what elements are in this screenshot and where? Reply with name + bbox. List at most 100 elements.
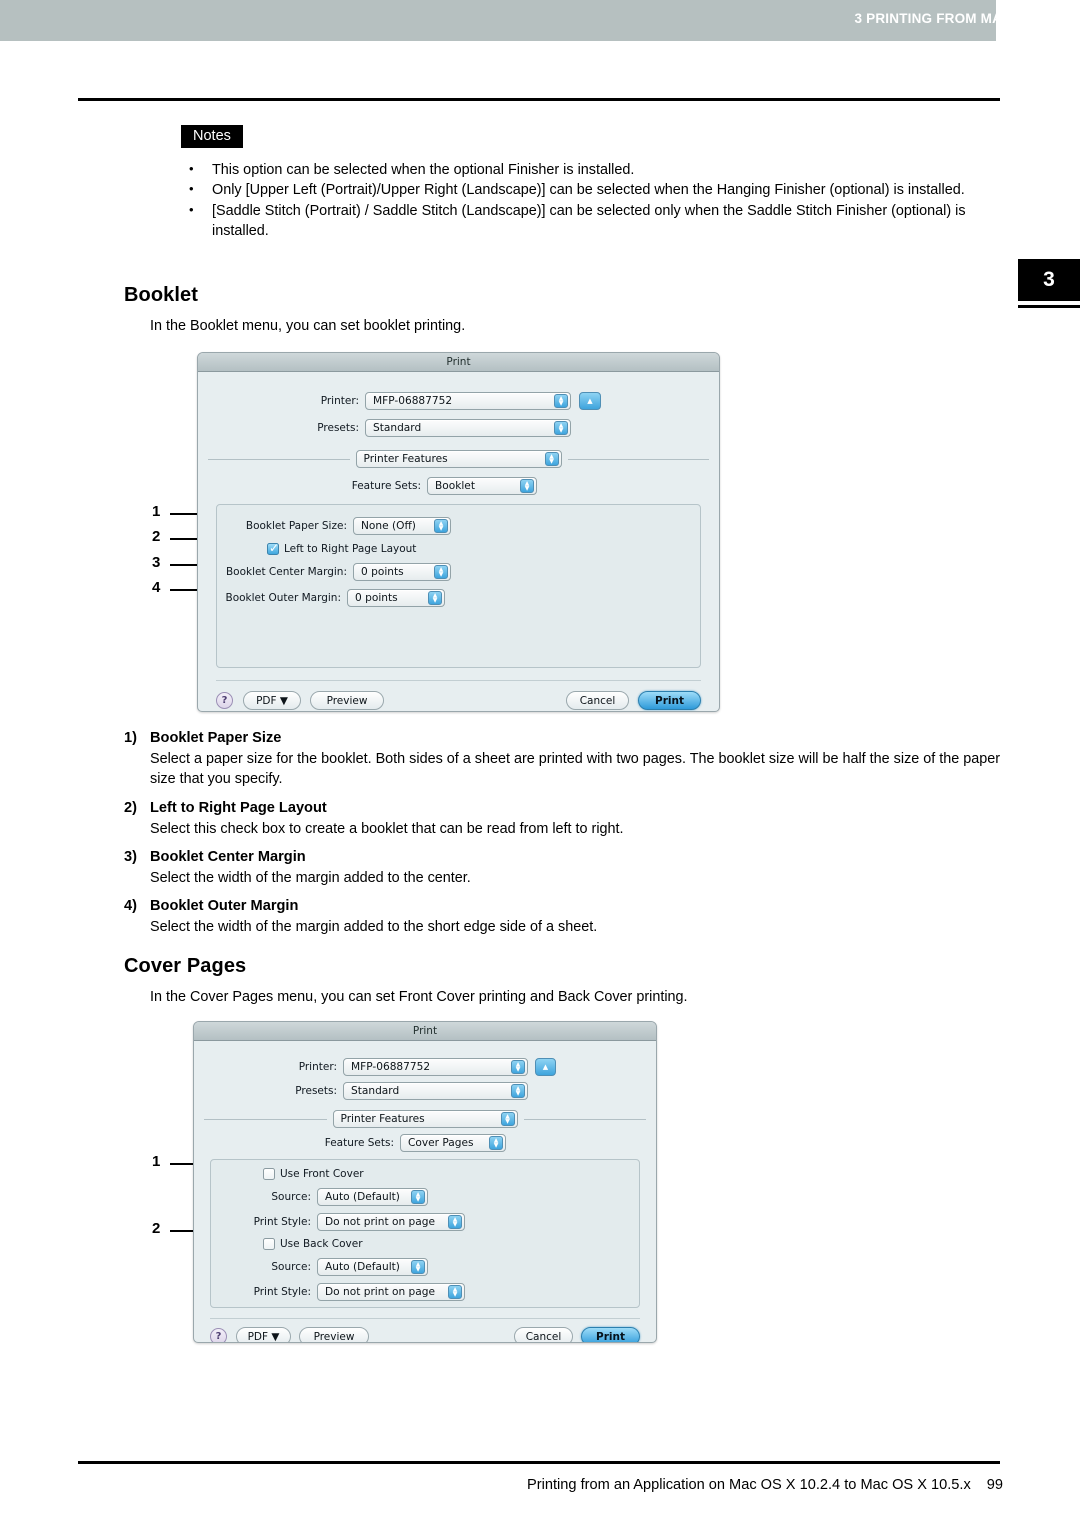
presets-select-value: Standard bbox=[373, 422, 422, 434]
booklet-option-explanations: 1) Booklet Paper Size Select a paper siz… bbox=[124, 728, 1004, 945]
cover-callout-number-2: 2 bbox=[152, 1220, 161, 1237]
page-header-title: 3 PRINTING FROM MACINTOSH bbox=[854, 11, 1064, 26]
callout-number-2: 2 bbox=[152, 528, 161, 545]
print-dialog-cover-pages[interactable]: Print Printer: MFP-06887752 ▲ ▼ ▲ Presets… bbox=[193, 1021, 657, 1343]
print-button[interactable]: Print bbox=[638, 691, 701, 710]
notes-list: This option can be selected when the opt… bbox=[183, 159, 1007, 242]
booklet-center-margin-select[interactable]: 0 points ▲ ▼ bbox=[353, 563, 451, 581]
back-cover-print-style-select[interactable]: Do not print on page ▲ ▼ bbox=[317, 1283, 465, 1301]
help-button[interactable]: ? bbox=[210, 1328, 227, 1342]
dialog-titlebar: Print bbox=[194, 1022, 656, 1041]
printer-label: Printer: bbox=[320, 395, 359, 407]
use-front-cover-checkbox[interactable] bbox=[263, 1168, 275, 1180]
feature-sets-select[interactable]: Cover Pages ▲ ▼ bbox=[400, 1134, 506, 1152]
explanation-title-text: Left to Right Page Layout bbox=[150, 799, 327, 816]
booklet-outer-margin-value: 0 points bbox=[355, 592, 398, 604]
chevron-updown-icon: ▲ ▼ bbox=[411, 1260, 425, 1274]
chevron-updown-icon: ▲ ▼ bbox=[489, 1136, 503, 1150]
presets-label: Presets: bbox=[317, 422, 359, 434]
dialog-footer-rule bbox=[210, 1318, 640, 1319]
chevron-updown-icon: ▲ ▼ bbox=[511, 1060, 525, 1074]
explanation-group: 4) Booklet Outer Margin Select the width… bbox=[124, 896, 1004, 937]
explanation-title-text: Booklet Paper Size bbox=[150, 730, 282, 746]
chevron-updown-icon: ▲ ▼ bbox=[511, 1084, 525, 1098]
chevron-updown-icon: ▲ ▼ bbox=[448, 1215, 462, 1229]
chevron-updown-icon: ▲ ▼ bbox=[554, 394, 568, 408]
note-item: [Saddle Stitch (Portrait) / Saddle Stitc… bbox=[183, 200, 1007, 242]
presets-select[interactable]: Standard ▲ ▼ bbox=[365, 419, 571, 437]
booklet-outer-margin-label: Booklet Outer Margin: bbox=[225, 592, 341, 604]
chevron-updown-icon: ▲ ▼ bbox=[434, 565, 448, 579]
booklet-center-margin-value: 0 points bbox=[361, 566, 404, 578]
presets-select-value: Standard bbox=[351, 1085, 400, 1097]
front-cover-print-style-value: Do not print on page bbox=[325, 1216, 436, 1228]
dialog-content: Printer: MFP-06887752 ▲ ▼ ▲ Presets: Stan… bbox=[198, 392, 719, 710]
cancel-button[interactable]: Cancel bbox=[566, 691, 629, 710]
callout-number-1: 1 bbox=[152, 503, 161, 520]
chapter-tab-rule bbox=[1018, 305, 1080, 308]
front-cover-print-style-label: Print Style: bbox=[253, 1216, 311, 1228]
preview-button[interactable]: Preview bbox=[310, 691, 384, 710]
front-cover-source-select[interactable]: Auto (Default) ▲ ▼ bbox=[317, 1188, 428, 1206]
print-pane-select[interactable]: Printer Features ▲ ▼ bbox=[355, 450, 562, 468]
footer-title: Printing from an Application on Mac OS X… bbox=[527, 1477, 971, 1493]
printer-select[interactable]: MFP-06887752 ▲ ▼ bbox=[343, 1058, 528, 1076]
feature-sets-select-value: Cover Pages bbox=[408, 1137, 474, 1149]
print-dialog-booklet[interactable]: Print Printer: MFP-06887752 ▲ ▼ ▲ Presets… bbox=[197, 352, 720, 712]
pane-separator-right bbox=[567, 458, 709, 460]
cover-pages-section-intro: In the Cover Pages menu, you can set Fro… bbox=[150, 989, 688, 1005]
pdf-button[interactable]: PDF ▼ bbox=[236, 1327, 291, 1342]
explanation-title-text: Booklet Center Margin bbox=[150, 848, 306, 865]
pdf-button[interactable]: PDF ▼ bbox=[243, 691, 301, 710]
booklet-outer-margin-select[interactable]: 0 points ▲ ▼ bbox=[347, 589, 445, 607]
triangle-up-icon: ▲ bbox=[587, 397, 593, 405]
feature-sets-select-value: Booklet bbox=[435, 480, 475, 492]
back-cover-print-style-value: Do not print on page bbox=[325, 1286, 436, 1298]
printer-info-disclosure-button[interactable]: ▲ bbox=[535, 1058, 556, 1076]
help-button[interactable]: ? bbox=[216, 692, 233, 709]
header-divider-rule bbox=[78, 98, 1000, 101]
booklet-paper-size-select[interactable]: None (Off) ▲ ▼ bbox=[353, 517, 451, 535]
chevron-updown-icon: ▲ ▼ bbox=[448, 1285, 462, 1299]
back-cover-source-select[interactable]: Auto (Default) ▲ ▼ bbox=[317, 1258, 428, 1276]
explanation-title: 4) Booklet Outer Margin bbox=[124, 896, 1004, 917]
booklet-center-margin-label: Booklet Center Margin: bbox=[225, 566, 347, 578]
presets-label: Presets: bbox=[295, 1085, 337, 1097]
use-back-cover-checkbox[interactable] bbox=[263, 1238, 275, 1250]
explanation-body: Select the width of the margin added to … bbox=[150, 869, 471, 886]
left-to-right-page-layout-label: Left to Right Page Layout bbox=[284, 543, 417, 555]
page-footer: Printing from an Application on Mac OS X… bbox=[0, 1477, 1003, 1493]
explanation-group: 1) Booklet Paper Size Select a paper siz… bbox=[124, 728, 1004, 790]
cover-pages-section-heading: Cover Pages bbox=[124, 955, 247, 977]
back-cover-source-label: Source: bbox=[271, 1261, 311, 1273]
note-item: This option can be selected when the opt… bbox=[183, 159, 1007, 180]
print-pane-select[interactable]: Printer Features ▲ ▼ bbox=[332, 1110, 518, 1128]
note-item: Only [Upper Left (Portrait)/Upper Right … bbox=[183, 179, 1007, 200]
back-cover-print-style-label: Print Style: bbox=[253, 1286, 311, 1298]
printer-info-disclosure-button[interactable]: ▲ bbox=[579, 392, 601, 410]
chevron-updown-icon: ▲ ▼ bbox=[500, 1112, 515, 1126]
print-pane-select-value: Printer Features bbox=[363, 453, 448, 465]
use-back-cover-label: Use Back Cover bbox=[280, 1238, 363, 1250]
dialog-content: Printer: MFP-06887752 ▲ ▼ ▲ Presets: Stan… bbox=[194, 1058, 656, 1342]
printer-select[interactable]: MFP-06887752 ▲ ▼ bbox=[365, 392, 571, 410]
preview-button[interactable]: Preview bbox=[299, 1327, 369, 1342]
callout-number-4: 4 bbox=[152, 579, 161, 596]
cancel-button[interactable]: Cancel bbox=[514, 1327, 573, 1342]
presets-select[interactable]: Standard ▲ ▼ bbox=[343, 1082, 528, 1100]
booklet-section-heading: Booklet bbox=[124, 284, 199, 306]
dialog-title-text: Print bbox=[446, 356, 471, 368]
pane-separator-right bbox=[523, 1118, 646, 1120]
chevron-updown-icon: ▲ ▼ bbox=[544, 452, 559, 466]
front-cover-print-style-select[interactable]: Do not print on page ▲ ▼ bbox=[317, 1213, 465, 1231]
feature-sets-label: Feature Sets: bbox=[324, 1137, 394, 1149]
feature-sets-select[interactable]: Booklet ▲ ▼ bbox=[427, 477, 537, 495]
left-to-right-page-layout-checkbox[interactable] bbox=[267, 541, 279, 555]
explanation-title: 3) Booklet Center Margin bbox=[124, 847, 1004, 868]
dialog-titlebar: Print bbox=[198, 353, 719, 372]
explanation-body: Select the width of the margin added to … bbox=[150, 919, 598, 936]
front-cover-source-label: Source: bbox=[271, 1191, 311, 1203]
print-button[interactable]: Print bbox=[581, 1327, 640, 1342]
chevron-updown-icon: ▲ ▼ bbox=[434, 519, 448, 533]
footer-divider-rule bbox=[78, 1461, 1000, 1464]
